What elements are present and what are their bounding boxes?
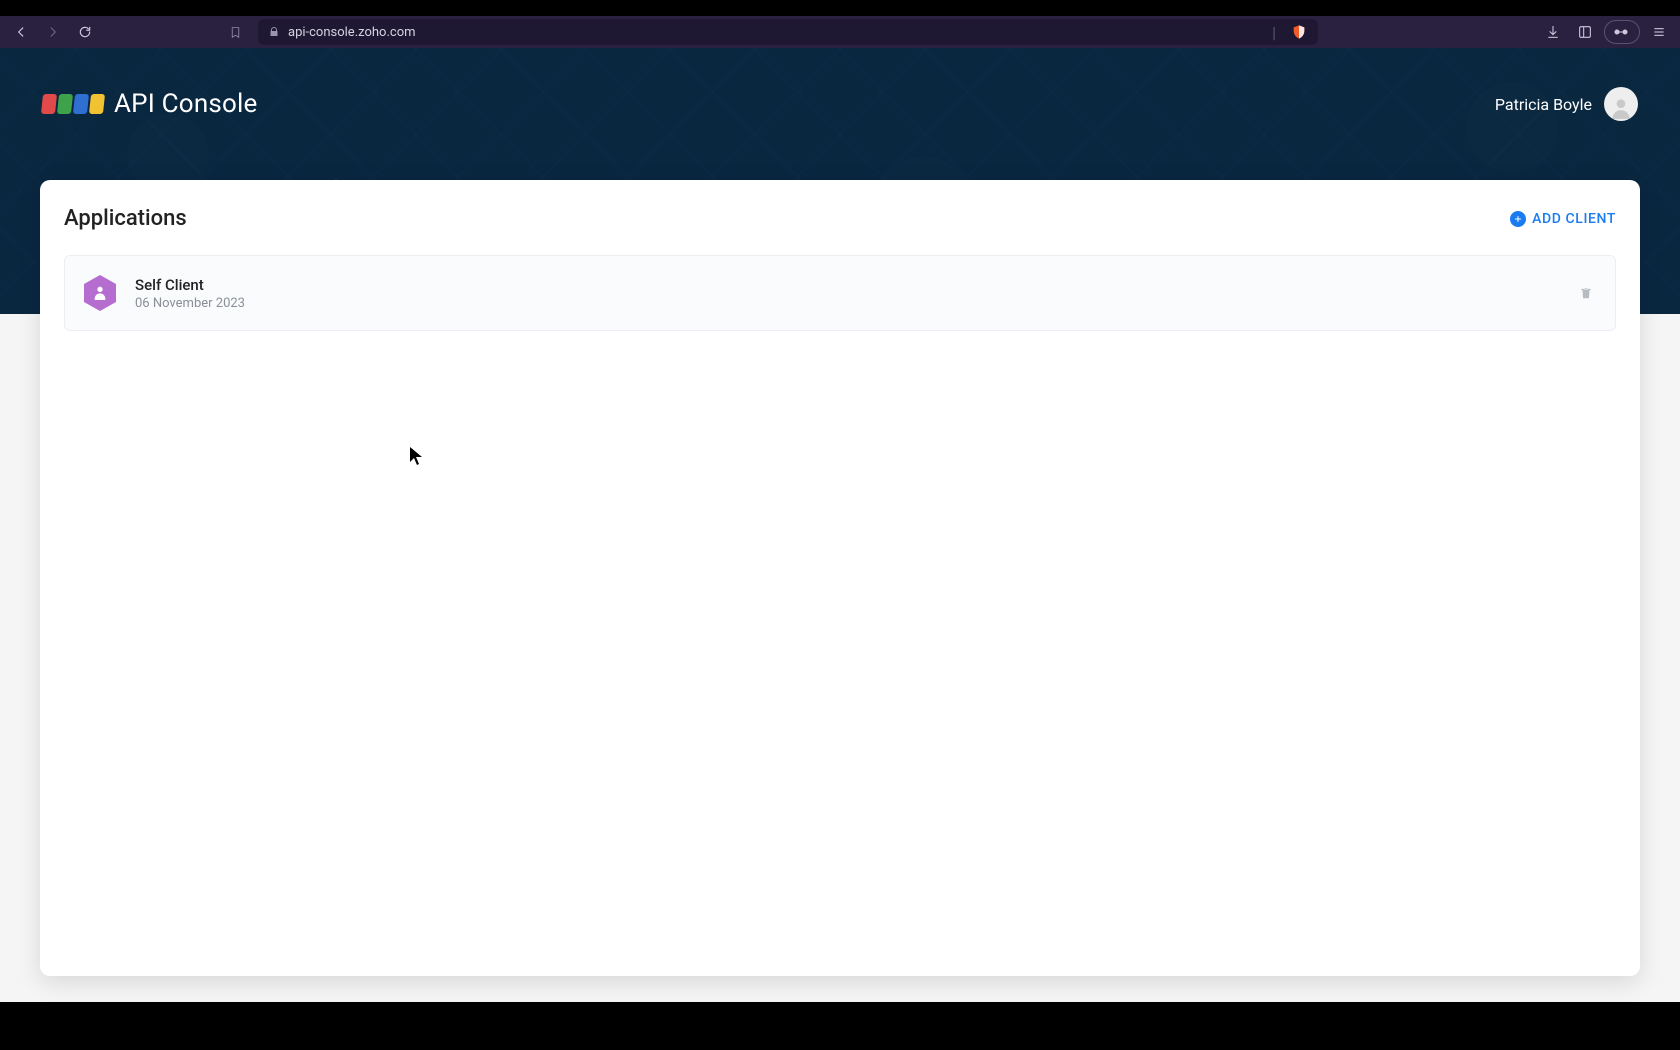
reader-mode-icon[interactable] <box>1604 20 1640 44</box>
header-bar: API Console Patricia Boyle <box>42 78 1638 130</box>
delete-application-button[interactable] <box>1575 282 1597 304</box>
zoho-logo-icon <box>42 94 104 114</box>
browser-menu-icon[interactable] <box>1646 19 1672 45</box>
plus-circle-icon <box>1510 211 1526 227</box>
user-name: Patricia Boyle <box>1495 95 1592 114</box>
card-header: Applications ADD CLIENT <box>64 206 1616 231</box>
avatar <box>1604 87 1638 121</box>
add-client-button[interactable]: ADD CLIENT <box>1510 211 1616 227</box>
forward-button[interactable] <box>40 19 66 45</box>
logo[interactable]: API Console <box>42 89 258 119</box>
user-menu[interactable]: Patricia Boyle <box>1495 87 1638 121</box>
product-title: API Console <box>114 89 258 119</box>
bookmark-icon[interactable] <box>224 26 246 39</box>
applications-card: Applications ADD CLIENT Self Client 06 N… <box>40 180 1640 976</box>
site-security-icon <box>268 23 280 42</box>
brave-shields-icon[interactable] <box>1290 23 1308 41</box>
self-client-icon <box>83 274 117 312</box>
separator: | <box>1272 23 1276 42</box>
sidebar-toggle-icon[interactable] <box>1572 19 1598 45</box>
address-bar[interactable]: api-console.zoho.com | <box>258 19 1318 45</box>
card-title: Applications <box>64 206 187 231</box>
downloads-icon[interactable] <box>1540 19 1566 45</box>
application-row[interactable]: Self Client 06 November 2023 <box>64 255 1616 331</box>
page-viewport: API Console Patricia Boyle Applications … <box>0 48 1680 1002</box>
application-meta: Self Client 06 November 2023 <box>135 276 1557 311</box>
os-taskbar <box>0 1002 1680 1050</box>
reload-button[interactable] <box>72 19 98 45</box>
url-text: api-console.zoho.com <box>288 25 1258 40</box>
browser-right-controls <box>1540 19 1672 45</box>
browser-toolbar: api-console.zoho.com | <box>0 16 1680 48</box>
add-client-label: ADD CLIENT <box>1532 211 1616 227</box>
application-name: Self Client <box>135 276 1557 294</box>
application-date: 06 November 2023 <box>135 296 1557 311</box>
back-button[interactable] <box>8 19 34 45</box>
